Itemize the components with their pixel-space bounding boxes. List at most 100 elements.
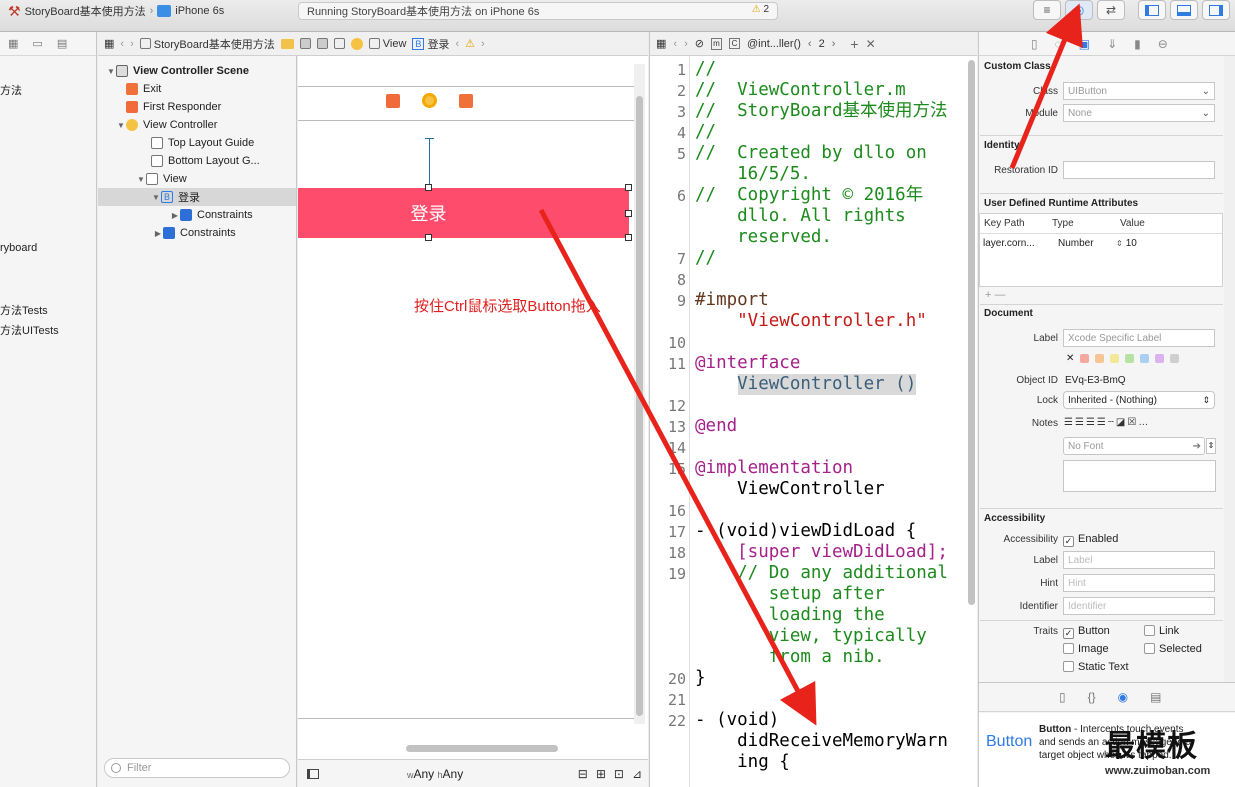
arrow-right-circle-icon[interactable]: ➔ xyxy=(1193,441,1204,452)
dash-icon[interactable]: ┄ xyxy=(1108,417,1114,428)
font-field[interactable]: No Font ➔ xyxy=(1063,437,1205,455)
library-item-icon[interactable]: Button xyxy=(986,733,1032,751)
size-class-control[interactable]: wAny hAny xyxy=(407,767,463,781)
code-line[interactable]: reserved. xyxy=(695,227,832,248)
first-responder-dock-icon[interactable] xyxy=(386,93,400,108)
toggle-navigator-button[interactable] xyxy=(1138,0,1166,20)
module-field[interactable]: None ⌄ xyxy=(1063,104,1215,122)
warning-icon[interactable]: ⚠ xyxy=(465,37,475,50)
more-icon[interactable]: … xyxy=(1138,417,1148,428)
outline-view-controller[interactable]: ▼ View Controller xyxy=(98,116,296,134)
stepper-icon[interactable]: ⇕ xyxy=(1116,239,1123,248)
code-line[interactable]: "ViewController.h" xyxy=(695,311,927,332)
code-snippet-icon[interactable]: {} xyxy=(1088,690,1096,704)
code-line[interactable]: from a nib. xyxy=(695,647,885,668)
resize-handle-bottom-right[interactable] xyxy=(625,234,632,241)
trait-static-checkbox[interactable]: Static Text xyxy=(1063,661,1129,673)
code-line[interactable]: // xyxy=(695,248,716,269)
outline-top-guide[interactable]: Top Layout Guide xyxy=(98,134,296,152)
standard-editor-button[interactable]: ≡ xyxy=(1033,0,1061,20)
version-editor-button[interactable]: ⇄ xyxy=(1097,0,1125,20)
align-center-icon[interactable]: ☰ xyxy=(1075,417,1084,428)
align-left-icon[interactable]: ☰ xyxy=(1064,417,1073,428)
disclosure-open-icon[interactable]: ▼ xyxy=(106,67,116,76)
outline-first-responder[interactable]: First Responder xyxy=(98,98,296,116)
class-field[interactable]: UIButton ⌄ xyxy=(1063,82,1215,100)
prev-icon[interactable]: ‹ xyxy=(808,38,812,50)
color-swatch-green[interactable] xyxy=(1125,354,1135,363)
outline-bottom-guide[interactable]: Bottom Layout G... xyxy=(98,152,296,170)
attributes-inspector-icon[interactable]: ⇓ xyxy=(1107,37,1117,51)
canvas-vertical-scrollbar[interactable] xyxy=(634,64,645,724)
inspector-scrollbar[interactable] xyxy=(1224,56,1235,686)
add-remove-buttons[interactable]: + — xyxy=(985,289,1005,301)
disclosure-open-icon[interactable]: ▼ xyxy=(136,175,146,184)
trait-button-checkbox[interactable]: ✓ Button xyxy=(1063,625,1110,639)
trait-selected-checkbox[interactable]: Selected xyxy=(1144,643,1202,655)
comment-icon[interactable]: ▤ xyxy=(57,37,67,50)
m-file-icon[interactable]: m xyxy=(710,37,722,50)
related-items-icon[interactable]: ▦ xyxy=(104,37,114,50)
file-template-icon[interactable]: ▯ xyxy=(1059,690,1066,704)
resize-handle-top[interactable] xyxy=(425,184,432,191)
connections-inspector-icon[interactable]: ⊖ xyxy=(1158,37,1168,51)
color-well-icon[interactable]: ◪ xyxy=(1116,417,1125,428)
toggle-utilities-button[interactable] xyxy=(1202,0,1230,20)
code-line[interactable]: @end xyxy=(695,416,737,437)
resolve-icon[interactable]: ⊿ xyxy=(632,767,642,781)
code-line[interactable]: } xyxy=(695,668,706,689)
stack-icon[interactable]: ⊟ xyxy=(578,767,588,781)
font-stepper[interactable]: ⇕ xyxy=(1206,438,1216,454)
code-line[interactable]: - (void)viewDidLoad { xyxy=(695,521,916,542)
forward-arrow-icon[interactable]: › xyxy=(130,38,134,50)
notes-textarea[interactable] xyxy=(1063,460,1216,492)
object-library-icon[interactable]: ◉ xyxy=(1118,690,1128,704)
clear-color-icon[interactable]: ✕ xyxy=(1066,353,1074,364)
code-line[interactable]: setup after xyxy=(695,584,885,605)
issue-back-icon[interactable]: ‹ xyxy=(455,38,459,50)
back-arrow-icon[interactable]: ‹ xyxy=(120,38,124,50)
breadcrumb-button[interactable]: B 登录 xyxy=(412,36,449,52)
lock-select[interactable]: Inherited - (Nothing) ⇕ xyxy=(1063,391,1215,409)
hint-field[interactable]: Hint xyxy=(1063,574,1215,592)
align-right-icon[interactable]: ☰ xyxy=(1086,417,1095,428)
identifier-field[interactable]: Identifier xyxy=(1063,597,1215,615)
code-line[interactable]: ViewController xyxy=(695,479,885,500)
scroll-thumb[interactable] xyxy=(636,96,643,716)
outline-view[interactable]: ▼ View xyxy=(98,170,296,188)
color-swatch-orange[interactable] xyxy=(1095,354,1105,363)
constraint-line[interactable] xyxy=(429,138,430,188)
code-line[interactable]: // Created by dllo on xyxy=(695,143,927,164)
resize-handle-right[interactable] xyxy=(625,210,632,217)
code-line[interactable]: loading the xyxy=(695,605,885,626)
code-line[interactable]: 16/5/5. xyxy=(695,164,811,185)
col-value[interactable]: Value xyxy=(1116,218,1145,229)
trait-image-checkbox[interactable]: Image xyxy=(1063,643,1109,655)
breadcrumb-scene[interactable] xyxy=(333,38,345,49)
file-inspector-icon[interactable]: ▯ xyxy=(1031,37,1038,51)
resize-handle-bottom[interactable] xyxy=(425,234,432,241)
code-line[interactable]: - (void) xyxy=(695,710,779,731)
outline-constraints-inner[interactable]: ▶ Constraints xyxy=(98,206,296,224)
nav-item-2[interactable]: 方法Tests xyxy=(0,302,48,318)
justify-icon[interactable]: ☰ xyxy=(1097,417,1106,428)
assistant-editor-button[interactable]: ◎ xyxy=(1065,0,1093,20)
nav-item-0[interactable]: 方法 xyxy=(0,82,22,98)
disclosure-closed-icon[interactable]: ▶ xyxy=(153,229,163,238)
outline-toggle-icon[interactable] xyxy=(307,768,319,779)
outline-scene[interactable]: ▼ View Controller Scene xyxy=(98,62,296,80)
disclosure-open-icon[interactable]: ▼ xyxy=(116,121,126,130)
code-scroll-thumb[interactable] xyxy=(968,60,975,605)
row-type[interactable]: Number xyxy=(1048,238,1116,249)
udra-row[interactable]: layer.corn... Number ⇕ 10 xyxy=(980,234,1222,252)
toggle-debug-button[interactable] xyxy=(1170,0,1198,20)
trait-link-checkbox[interactable]: Link xyxy=(1144,625,1179,637)
breadcrumb-folder[interactable] xyxy=(280,38,294,49)
code-line[interactable]: // Copyright © 2016年 xyxy=(695,185,923,206)
doc-label-field[interactable]: Xcode Specific Label xyxy=(1063,329,1215,347)
col-keypath[interactable]: Key Path xyxy=(980,218,1048,229)
code-line[interactable]: // Do any additional xyxy=(695,563,948,584)
chevron-down-icon[interactable]: ⌄ xyxy=(1202,86,1214,97)
outline-constraints-outer[interactable]: ▶ Constraints xyxy=(98,224,296,242)
color-swatch-purple[interactable] xyxy=(1155,354,1165,363)
